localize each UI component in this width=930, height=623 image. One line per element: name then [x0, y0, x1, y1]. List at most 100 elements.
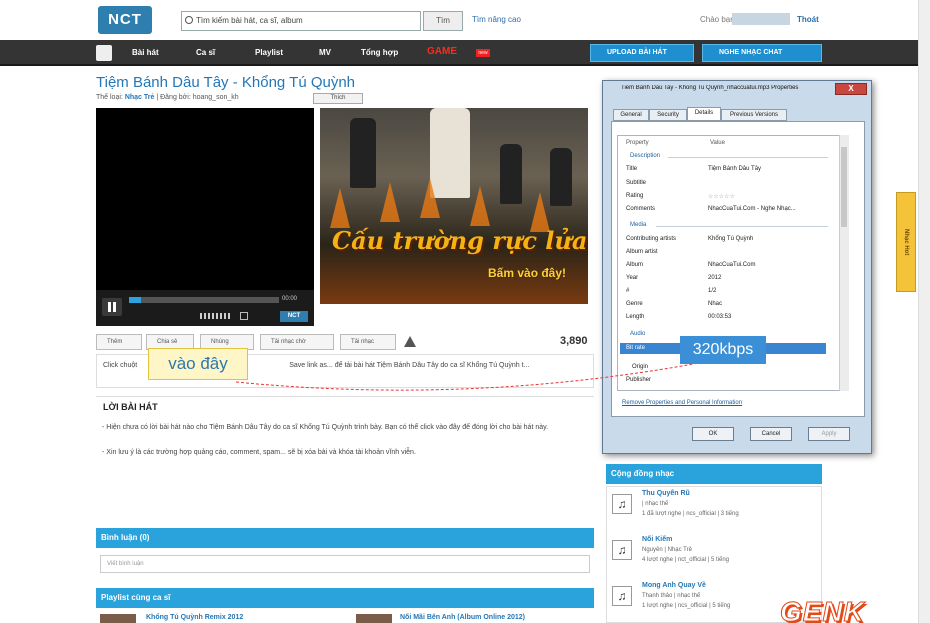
- ad-figure: [350, 118, 376, 188]
- community-stats: 4 lượt nghe | nct_official | 5 tiếng: [642, 557, 730, 563]
- ad-banner[interactable]: Cấu trường rực lửa Bấm vào đây!: [320, 108, 588, 304]
- community-stats: 1 đã lượt nghe | ncs_official | 3 tiếng: [642, 511, 739, 517]
- property-name: Rating: [626, 193, 644, 199]
- property-value: Nhac: [708, 301, 723, 307]
- warning-icon[interactable]: [404, 336, 416, 347]
- dialog-title: Tiem Banh Dau Tay - Khong Tu Quynh_nhacc…: [621, 85, 799, 91]
- advanced-search-link[interactable]: Tìm nâng cao: [472, 15, 521, 24]
- tab-security[interactable]: Security: [649, 109, 687, 121]
- player-logo: NCT: [280, 311, 308, 322]
- upload-button[interactable]: UPLOAD BÀI HÁT: [590, 44, 694, 62]
- music-note-icon: ♫: [612, 540, 632, 560]
- ok-button[interactable]: OK: [692, 427, 734, 441]
- column-header-value[interactable]: Value: [710, 140, 725, 146]
- property-name: Subtitle: [626, 180, 647, 186]
- comments-header: Bình luận (0): [96, 528, 594, 548]
- main-nav: Bài hát Ca sĩ Playlist MV Tổng hợp GAME …: [0, 40, 918, 66]
- uploader-text: | Đăng bởi: hoang_son_kh: [156, 94, 239, 101]
- pause-button[interactable]: [102, 298, 122, 316]
- section-divider: [656, 226, 828, 227]
- tab-details[interactable]: Details: [687, 107, 721, 121]
- watermark-logo: GENK: [780, 596, 865, 623]
- site-logo[interactable]: NCT: [98, 6, 152, 34]
- property-name: Length: [626, 314, 645, 320]
- username-blurred[interactable]: [732, 13, 790, 25]
- ad-figure: [550, 148, 572, 206]
- fire-shape: [420, 178, 440, 218]
- bitrate-label: Bit rate: [626, 345, 646, 351]
- nav-game[interactable]: GAME: [427, 46, 457, 57]
- page-scrollbar[interactable]: [918, 0, 930, 623]
- list-item[interactable]: ♫ Thu Quyến Rũ | nhạc thế 1 đã lượt nghe…: [612, 490, 822, 530]
- progress-bar[interactable]: [129, 297, 279, 303]
- playlist-item[interactable]: Nối Mãi Bên Anh (Album Online 2012): [400, 614, 525, 621]
- search-icon: [185, 16, 193, 24]
- playlist-item[interactable]: Khổng Tú Quỳnh Remix 2012: [146, 614, 243, 621]
- community-title[interactable]: Nối Kiếm: [642, 536, 672, 543]
- song-title: Tiệm Bánh Dâu Tây - Khổng Tú Quỳnh: [96, 74, 356, 91]
- section-audio: Audio: [630, 331, 646, 337]
- lyrics-warning: - Xin lưu ý là các trường hợp quảng cáo,…: [102, 449, 416, 456]
- property-name: Album: [626, 262, 644, 268]
- property-name: Publisher: [626, 377, 652, 383]
- like-button[interactable]: Thích: [313, 93, 363, 104]
- nav-playlist[interactable]: Playlist: [255, 48, 283, 57]
- comment-input[interactable]: Viết bình luận: [100, 555, 590, 573]
- tab-previous-versions[interactable]: Previous Versions: [721, 109, 787, 121]
- nav-tonghop[interactable]: Tổng hợp: [361, 48, 398, 57]
- remove-properties-link[interactable]: Remove Properties and Personal Informati…: [622, 400, 742, 406]
- download-button[interactable]: Tải nhạc: [340, 334, 396, 350]
- pause-icon-bar: [113, 302, 116, 312]
- community-sub: Thanh thảo | nhạc thế: [642, 593, 701, 599]
- tab-general[interactable]: General: [613, 109, 649, 121]
- community-title[interactable]: Mong Anh Quay Về: [642, 582, 706, 589]
- apply-button[interactable]: Apply: [808, 427, 850, 441]
- property-name: Contributing artists: [626, 236, 677, 242]
- property-value: Tiệm Bánh Dâu Tây: [708, 166, 762, 172]
- property-value: Khổng Tú Quỳnh: [708, 236, 754, 242]
- ad-headline: Cấu trường rực lửa: [332, 226, 588, 255]
- fullscreen-icon[interactable]: [240, 312, 248, 320]
- rating-stars[interactable]: ☆☆☆☆☆: [708, 193, 735, 200]
- volume-slider[interactable]: [200, 313, 230, 319]
- ad-cta[interactable]: Bấm vào đây!: [488, 266, 566, 280]
- community-title[interactable]: Thu Quyến Rũ: [642, 490, 690, 497]
- song-meta: Thể loại: Nhạc Trẻ | Đăng bởi: hoang_son…: [96, 94, 239, 101]
- genre-label: Thể loại:: [96, 94, 123, 101]
- property-name: Genre: [626, 301, 643, 307]
- nav-mv[interactable]: MV: [319, 48, 331, 57]
- search-input[interactable]: Tìm kiếm bài hát, ca sĩ, album: [181, 11, 421, 31]
- callout-bitrate: 320kbps: [680, 336, 766, 364]
- list-item[interactable]: ♫ Nối Kiếm Nguyên | Nhạc Trẻ 4 lượt nghe…: [612, 536, 822, 576]
- time-display: 00:00: [282, 296, 298, 302]
- home-icon[interactable]: [96, 45, 112, 61]
- music-note-icon: ♫: [612, 494, 632, 514]
- close-icon[interactable]: X: [835, 83, 867, 95]
- play-count: 3,890: [560, 335, 588, 347]
- nghe-nhac-chat-button[interactable]: NGHE NHẠC CHAT: [702, 44, 822, 62]
- section-media: Media: [630, 222, 647, 228]
- nav-artists[interactable]: Ca sĩ: [196, 48, 215, 57]
- genre-link[interactable]: Nhạc Trẻ: [125, 94, 155, 101]
- add-button[interactable]: Thêm: [96, 334, 142, 350]
- ringback-button[interactable]: Tải nhạc chờ: [260, 334, 334, 350]
- lyrics-note: - Hiện chưa có lời bài hát nào cho Tiệm …: [102, 424, 549, 431]
- property-value: NhacCuaTui.Com: [708, 262, 756, 268]
- cancel-button[interactable]: Cancel: [750, 427, 792, 441]
- playlist-header: Playlist cùng ca sĩ: [96, 588, 594, 608]
- scrollbar-thumb[interactable]: [841, 147, 847, 227]
- fire-shape: [380, 182, 400, 222]
- playlist-thumb[interactable]: [100, 614, 136, 623]
- side-ribbon[interactable]: Nhạc Hot: [896, 192, 916, 292]
- nav-songs[interactable]: Bài hát: [132, 48, 159, 57]
- search-button[interactable]: Tìm: [423, 11, 463, 31]
- property-name: #: [626, 288, 630, 294]
- playlist-thumb[interactable]: [356, 614, 392, 623]
- lyrics-title: LỜI BÀI HÁT: [103, 402, 158, 412]
- new-badge: new: [476, 49, 490, 57]
- community-header: Cộng đồng nhạc: [606, 464, 822, 484]
- community-sub: | nhạc thế: [642, 501, 669, 507]
- callout-click-here: vào đây: [148, 348, 248, 380]
- logout-link[interactable]: Thoát: [797, 15, 819, 24]
- column-header-property[interactable]: Property: [626, 140, 649, 146]
